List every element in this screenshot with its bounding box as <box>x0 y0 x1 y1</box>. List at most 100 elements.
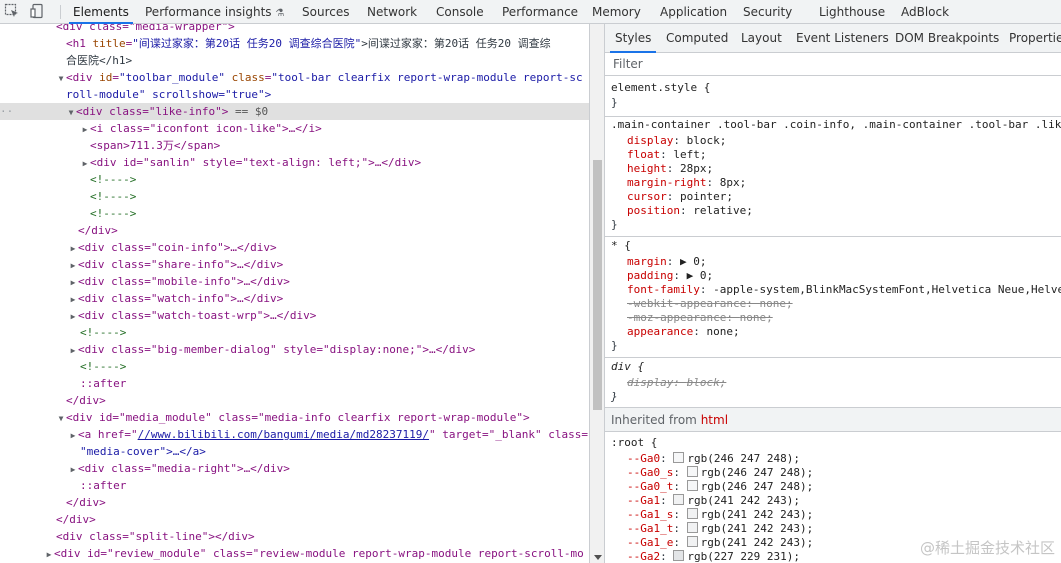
css-variable[interactable]: --Ga1_e: rgb(241 242 243); <box>627 536 813 550</box>
dom-node[interactable]: ▶ <div class="media-right">…</div> <box>0 460 589 477</box>
inherited-tag-link[interactable]: html <box>701 413 728 427</box>
dom-comment[interactable]: <!----> <box>0 188 589 205</box>
dom-node[interactable]: ▶ <div class="share-info">…</div> <box>0 256 589 273</box>
tab-event-listeners[interactable]: Event Listeners <box>796 24 889 53</box>
dom-node-toolbar-module[interactable]: ▼ <div id="toolbar_module" class="tool-ba… <box>0 69 589 86</box>
collapse-triangle-icon[interactable]: ▼ <box>66 104 76 121</box>
css-declaration[interactable]: height: 28px; <box>627 162 713 176</box>
scroll-down-arrow-icon[interactable] <box>594 555 602 560</box>
dom-node[interactable]: <div class="split-line"></div> <box>0 528 589 545</box>
rule-selector-useragent[interactable]: div { <box>611 360 644 374</box>
tab-layout[interactable]: Layout <box>741 24 782 53</box>
dom-close-tag[interactable]: </div> <box>0 392 589 409</box>
css-variable[interactable]: --Ga0_s: rgb(246 247 248); <box>627 466 813 480</box>
elements-scrollbar[interactable] <box>589 24 605 563</box>
dom-comment[interactable]: <!----> <box>0 205 589 222</box>
color-swatch-icon[interactable] <box>673 550 685 561</box>
css-variable[interactable]: --Ga1_s: rgb(241 242 243); <box>627 508 813 522</box>
color-swatch-icon[interactable] <box>686 536 698 547</box>
css-declaration[interactable]: float: left; <box>627 148 707 162</box>
css-declaration[interactable]: margin-right: 8px; <box>627 176 746 190</box>
dom-node-link[interactable]: ▶ <a href="//www.bilibili.com/bangumi/med… <box>0 426 589 443</box>
tab-security[interactable]: Security <box>743 0 792 24</box>
tab-sources[interactable]: Sources <box>302 0 349 24</box>
dom-close-tag[interactable]: </div> <box>0 511 589 528</box>
device-toolbar-icon[interactable] <box>30 3 46 19</box>
dom-node[interactable]: ▶ <i class="iconfont icon-like">…</i> <box>0 120 589 137</box>
css-declaration[interactable]: cursor: pointer; <box>627 190 733 204</box>
dom-comment[interactable]: <!----> <box>0 358 589 375</box>
css-variable[interactable]: --Ga1_t: rgb(241 242 243); <box>627 522 813 536</box>
css-variable[interactable]: --Ga2: rgb(227 229 231); <box>627 550 800 563</box>
css-variable[interactable]: --Ga0: rgb(246 247 248); <box>627 452 800 466</box>
expand-triangle-icon[interactable]: ▶ <box>68 427 78 444</box>
css-declaration-overridden[interactable]: -webkit-appearance: none; <box>627 297 793 311</box>
color-swatch-icon[interactable] <box>686 466 698 477</box>
css-declaration-overridden[interactable]: -moz-appearance: none; <box>627 311 773 325</box>
css-variable[interactable]: --Ga0_t: rgb(246 247 248); <box>627 480 813 494</box>
tab-network[interactable]: Network <box>367 0 417 24</box>
more-dots-icon[interactable]: ·· <box>0 103 13 120</box>
href-link[interactable]: //www.bilibili.com/bangumi/media/md28237… <box>138 428 429 441</box>
expand-triangle-icon[interactable]: ▶ <box>68 274 78 291</box>
collapse-triangle-icon[interactable]: ▼ <box>56 70 66 87</box>
dom-node[interactable]: <span>711.3万</span> <box>0 137 589 154</box>
css-declaration[interactable]: font-family: -apple-system,BlinkMacSyste… <box>627 283 1061 297</box>
tab-styles[interactable]: Styles <box>609 24 657 53</box>
dom-close-tag[interactable]: </div> <box>0 494 589 511</box>
scrollbar-thumb[interactable] <box>593 160 602 410</box>
tab-properties[interactable]: Properties <box>1009 24 1061 53</box>
tab-application[interactable]: Application <box>660 0 727 24</box>
dom-comment[interactable]: <!----> <box>0 324 589 341</box>
tab-lighthouse[interactable]: Lighthouse <box>819 0 885 24</box>
css-declaration[interactable]: margin: ▶ 0; <box>627 255 707 269</box>
css-declaration-overridden[interactable]: display: block; <box>627 376 726 390</box>
expand-triangle-icon[interactable]: ▶ <box>44 546 54 563</box>
dom-node[interactable]: ▶ <div class="watch-info">…</div> <box>0 290 589 307</box>
css-declaration[interactable]: position: relative; <box>627 204 753 218</box>
tab-performance-insights[interactable]: Performance insights ⚗ <box>145 0 284 24</box>
dom-node[interactable]: ▶ <div id="sanlin" style="text-align: lef… <box>0 154 589 171</box>
tab-dom-breakpoints[interactable]: DOM Breakpoints <box>895 24 999 53</box>
tab-adblock[interactable]: AdBlock <box>901 0 949 24</box>
dom-node[interactable]: ▶ <div class="watch-toast-wrp">…</div> <box>0 307 589 324</box>
dom-pseudo[interactable]: ::after <box>0 375 589 392</box>
expand-triangle-icon[interactable]: ▶ <box>80 121 90 138</box>
inspect-element-icon[interactable] <box>4 3 20 19</box>
rule-selector[interactable]: * { <box>611 239 631 253</box>
dom-node[interactable]: ▶ <div class="big-member-dialog" style="d… <box>0 341 589 358</box>
dom-node[interactable]: ▶ <div class="coin-info">…</div> <box>0 239 589 256</box>
element-style-selector[interactable]: element.style { <box>611 81 710 95</box>
dom-node-review-module[interactable]: ▶ <div id="review_module" class="review-m… <box>0 545 589 562</box>
expand-triangle-icon[interactable]: ▶ <box>68 308 78 325</box>
tab-console[interactable]: Console <box>436 0 484 24</box>
color-swatch-icon[interactable] <box>686 522 698 533</box>
dom-node[interactable]: ▶ <div class="mobile-info">…</div> <box>0 273 589 290</box>
tab-computed[interactable]: Computed <box>666 24 728 53</box>
expand-triangle-icon[interactable]: ▶ <box>68 240 78 257</box>
dom-close-tag[interactable]: </div> <box>0 222 589 239</box>
css-variable[interactable]: --Ga1: rgb(241 242 243); <box>627 494 800 508</box>
expand-triangle-icon[interactable]: ▶ <box>68 342 78 359</box>
color-swatch-icon[interactable] <box>686 480 698 491</box>
styles-filter-input[interactable] <box>611 56 1015 72</box>
collapse-triangle-icon[interactable]: ▼ <box>56 410 66 427</box>
expand-triangle-icon[interactable]: ▶ <box>80 155 90 172</box>
root-selector[interactable]: :root { <box>611 436 657 450</box>
css-declaration[interactable]: display: block; <box>627 134 726 148</box>
dom-node[interactable]: <div class="media-wrapper"> <box>0 24 589 35</box>
dom-comment[interactable]: <!----> <box>0 171 589 188</box>
dom-pseudo[interactable]: ::after <box>0 477 589 494</box>
css-declaration[interactable]: padding: ▶ 0; <box>627 269 713 283</box>
color-swatch-icon[interactable] <box>673 494 685 505</box>
expand-triangle-icon[interactable]: ▶ <box>68 291 78 308</box>
color-swatch-icon[interactable] <box>686 508 698 519</box>
expand-triangle-icon[interactable]: ▶ <box>68 257 78 274</box>
tab-memory[interactable]: Memory <box>592 0 641 24</box>
css-declaration[interactable]: appearance: none; <box>627 325 740 339</box>
color-swatch-icon[interactable] <box>673 452 685 463</box>
elements-dom-tree[interactable]: <div class="media-wrapper"> <h1 title="间… <box>0 24 589 563</box>
dom-node-selected-like-info[interactable]: ·· ▼ <div class="like-info"> == $0 <box>0 103 589 120</box>
tab-elements[interactable]: Elements <box>69 0 133 24</box>
expand-triangle-icon[interactable]: ▶ <box>68 461 78 478</box>
